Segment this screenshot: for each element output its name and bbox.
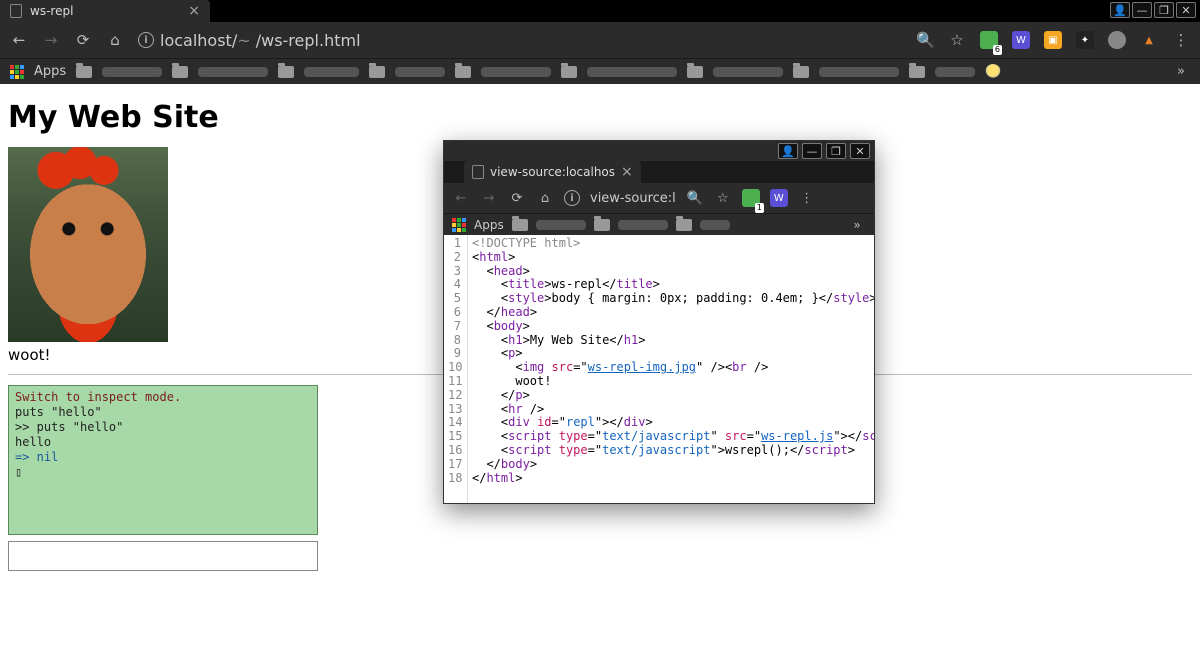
popup-bookmarks-bar: Apps » (444, 213, 874, 235)
home-button[interactable]: ⌂ (106, 31, 124, 49)
extension-gray-icon[interactable] (1108, 31, 1126, 49)
bookmark-folder-icon[interactable] (594, 219, 610, 231)
bookmarks-overflow-icon[interactable]: » (1172, 64, 1190, 79)
bookmark-folder-icon[interactable] (687, 66, 703, 78)
toolbar-right: 🔍 ☆ W ▣ ✦ ▲ ⋮ (916, 31, 1190, 49)
extension-green-icon[interactable] (980, 31, 998, 49)
user-icon[interactable]: 👤 (1110, 2, 1130, 18)
bookmark-blur (536, 220, 586, 230)
reload-button[interactable]: ⟳ (74, 31, 92, 49)
minimize-button[interactable]: — (1132, 2, 1152, 18)
extension-purple-icon[interactable]: W (1012, 31, 1030, 49)
bookmark-folder-icon[interactable] (172, 66, 188, 78)
page-file-icon (472, 165, 484, 179)
browser-tab[interactable]: view-source:localhos × (464, 161, 641, 183)
hero-image (8, 147, 168, 342)
bookmark-folder-icon[interactable] (76, 66, 92, 78)
popup-window: 👤 — ❐ ✕ view-source:localhos × ← → ⟳ ⌂ i… (443, 140, 875, 504)
repl-input[interactable] (8, 541, 318, 571)
search-icon[interactable]: 🔍 (686, 191, 704, 206)
bookmark-blur (618, 220, 668, 230)
bookmark-folder-icon[interactable] (455, 66, 471, 78)
bookmark-blur (819, 67, 899, 77)
bookmark-folder-icon[interactable] (909, 66, 925, 78)
bookmark-folder-icon[interactable] (278, 66, 294, 78)
bookmark-blur (700, 220, 730, 230)
tab-title: view-source:localhos (490, 165, 615, 179)
kebab-menu-icon[interactable]: ⋮ (1172, 31, 1190, 49)
close-window-button[interactable]: ✕ (850, 143, 870, 159)
close-tab-icon[interactable]: × (188, 3, 200, 19)
maximize-button[interactable]: ❐ (826, 143, 846, 159)
apps-grid-icon[interactable] (452, 218, 466, 232)
bookmarks-overflow-icon[interactable]: » (848, 218, 866, 232)
repl-output: Switch to inspect mode. puts "hello" >> … (8, 385, 318, 535)
back-button[interactable]: ← (10, 31, 28, 49)
bookmark-blur (395, 67, 445, 77)
star-icon[interactable]: ☆ (714, 191, 732, 206)
site-info-icon[interactable]: i (138, 32, 154, 48)
extension-fox-icon[interactable]: ▲ (1140, 31, 1158, 49)
page-title: My Web Site (8, 100, 1192, 135)
window-buttons: 👤 — ❐ ✕ (1106, 0, 1200, 22)
popup-toolbar: ← → ⟳ ⌂ i view-source:l 🔍 ☆ W ⋮ (444, 183, 874, 213)
reload-button[interactable]: ⟳ (508, 191, 526, 206)
close-window-button[interactable]: ✕ (1176, 2, 1196, 18)
apps-grid-icon[interactable] (10, 65, 24, 79)
bookmark-folder-icon[interactable] (676, 219, 692, 231)
bookmark-blur (198, 67, 268, 77)
bookmarks-bar: Apps » (0, 58, 1200, 84)
source-code[interactable]: <!DOCTYPE html> <html> <head> <title>ws-… (468, 235, 874, 503)
tab-title: ws-repl (30, 4, 73, 18)
minimize-button[interactable]: — (802, 143, 822, 159)
kebab-menu-icon[interactable]: ⋮ (798, 191, 816, 206)
back-button[interactable]: ← (452, 191, 470, 206)
view-source-pane[interactable]: 1 2 3 4 5 6 7 8 9 10 11 12 13 14 15 16 1… (444, 235, 874, 503)
maximize-button[interactable]: ❐ (1154, 2, 1174, 18)
extension-shield-icon[interactable]: ▣ (1044, 31, 1062, 49)
bookmark-folder-icon[interactable] (793, 66, 809, 78)
extension-rainbow-icon[interactable]: ✦ (1076, 31, 1094, 49)
apps-label[interactable]: Apps (474, 218, 504, 232)
bookmark-folder-icon[interactable] (369, 66, 385, 78)
bookmark-blur (587, 67, 677, 77)
forward-button[interactable]: → (42, 31, 60, 49)
close-tab-icon[interactable]: × (621, 164, 633, 180)
user-icon[interactable]: 👤 (778, 143, 798, 159)
line-number-gutter: 1 2 3 4 5 6 7 8 9 10 11 12 13 14 15 16 1… (444, 235, 468, 503)
address-bar[interactable]: i localhost/~ /ws-repl.html (138, 31, 902, 50)
url-text: localhost/~ /ws-repl.html (160, 31, 361, 50)
bookmark-bulb-icon[interactable] (985, 64, 1001, 80)
site-info-icon[interactable]: i (564, 190, 580, 206)
extension-green-icon[interactable] (742, 189, 760, 207)
browser-tab[interactable]: ws-repl × (0, 0, 210, 22)
bookmark-folder-icon[interactable] (512, 219, 528, 231)
bookmark-blur (935, 67, 975, 77)
bookmark-blur (481, 67, 551, 77)
star-icon[interactable]: ☆ (948, 31, 966, 49)
bookmark-blur (102, 67, 162, 77)
apps-label[interactable]: Apps (34, 64, 66, 79)
browser-toolbar: ← → ⟳ ⌂ i localhost/~ /ws-repl.html 🔍 ☆ … (0, 22, 1200, 58)
popup-tabstrip: view-source:localhos × (444, 161, 874, 183)
page-file-icon (10, 4, 22, 18)
home-button[interactable]: ⌂ (536, 191, 554, 206)
forward-button[interactable]: → (480, 191, 498, 206)
extension-purple-icon[interactable]: W (770, 189, 788, 207)
window-titlebar: ws-repl × 👤 — ❐ ✕ (0, 0, 1200, 22)
url-text[interactable]: view-source:l (590, 191, 676, 206)
popup-titlebar[interactable]: 👤 — ❐ ✕ (444, 141, 874, 161)
bookmark-folder-icon[interactable] (561, 66, 577, 78)
search-icon[interactable]: 🔍 (916, 31, 934, 49)
bookmark-blur (713, 67, 783, 77)
bookmark-blur (304, 67, 359, 77)
